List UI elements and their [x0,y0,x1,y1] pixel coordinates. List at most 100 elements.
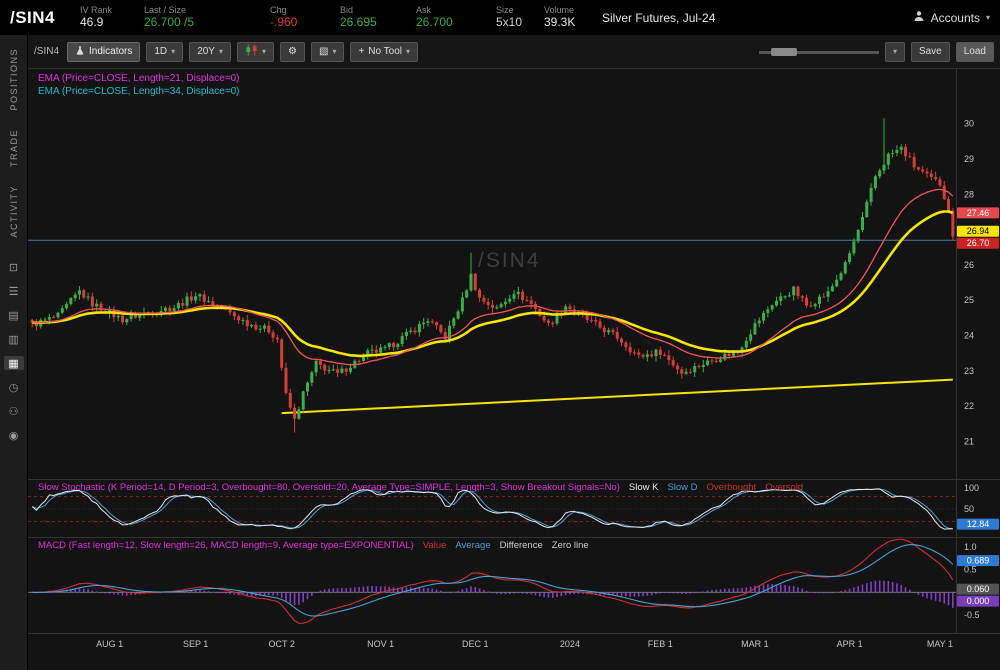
stat-bid: Bid 26.695 [340,5,402,29]
chart-type-dropdown[interactable]: ▾ [237,41,275,62]
x-axis-label: AUG 1 [96,639,124,649]
chart-area: /SIN42122232425262728293027.4626.9426.70… [28,68,1000,670]
range-dropdown[interactable]: 20Y ▾ [189,41,231,62]
sidebar-tab-trade[interactable]: TRADE [9,120,19,176]
chart-style-dropdown[interactable]: ▧ ▾ [310,41,345,62]
x-axis-label: FEB 1 [647,639,673,649]
chevron-down-icon: ▾ [985,13,990,22]
power-icon[interactable]: ◉ [4,428,24,442]
svg-text:50: 50 [964,504,974,514]
chart-toolbar: /SIN4 Indicators 1D ▾ 20Y ▾ ▾ ⚙ ▧ ▾ + No… [28,35,1000,68]
candlestick-icon [245,44,258,59]
macd-value-line [32,538,954,624]
stat-value: 46.9 [80,14,104,29]
svg-text:23: 23 [964,366,974,376]
x-axis-label: MAY 1 [926,639,954,649]
gear-icon: ⚙ [288,46,297,57]
stochastic-panel: 100 50 12.84 Slow Stochastic (K Period=14,… [28,480,1000,537]
chevron-down-icon: ▾ [262,47,267,56]
svg-text:24: 24 [964,331,974,341]
chart-gadget: /SIN4 Indicators 1D ▾ 20Y ▾ ▾ ⚙ ▧ ▾ + No… [28,35,1000,670]
x-axis-label: DEC 1 [462,639,489,649]
monitor-icon[interactable]: ⊡ [4,260,24,274]
trading-app-window: /SIN4 IV Rank 46.9 Last / Size 26.700 /5 Chg… [0,0,1000,670]
chevron-down-icon: ▾ [406,47,411,56]
watchlist-icon[interactable]: ☰ [4,284,24,298]
ledger-icon[interactable]: ▤ [4,308,24,322]
save-button[interactable]: Save [910,41,950,62]
svg-text:22: 22 [964,401,974,411]
ema21-line [32,188,954,366]
sidebar-tab-activity[interactable]: ACTIVITY [9,176,19,247]
left-sidebar: POSITIONS TRADE ACTIVITY ⊡ ☰ ▤ ▥ ▦ ◷ ⚇ ◉ [0,35,28,670]
stat-chg: Chg -.960 [270,5,326,29]
slider-options-dropdown[interactable]: ▾ [884,41,905,62]
accounts-menu[interactable]: Accounts ▾ [913,10,990,25]
drawing-tool-dropdown[interactable]: + No Tool ▾ [350,41,419,62]
quote-stats: IV Rank 46.9 Last / Size 26.700 /5 Chg -.960 B… [80,5,588,29]
svg-text:26: 26 [964,260,974,270]
x-axis-label: MAR 1 [741,639,769,649]
settings-button[interactable]: ⚙ [280,41,305,62]
svg-text:21: 21 [964,436,974,446]
price-chart-panel: /SIN42122232425262728293027.4626.9426.70… [28,69,1000,479]
tool-value: No Tool [368,46,403,57]
instrument-description: Silver Futures, Jul-24 [602,10,716,25]
stat-value: 5x10 [496,14,523,29]
price-chart-canvas[interactable]: /SIN42122232425262728293027.4626.9426.70 [28,69,999,479]
stat-size: Size 5x10 [496,5,530,29]
zoom-slider[interactable] [758,42,879,62]
svg-text:0.689: 0.689 [967,556,990,566]
svg-text:1.0: 1.0 [964,542,977,552]
clock-icon[interactable]: ◷ [4,380,24,394]
accounts-label: Accounts [930,10,980,25]
sidebar-icons: ⊡ ☰ ▤ ▥ ▦ ◷ ⚇ ◉ [3,260,24,442]
macd-canvas[interactable]: 1.0 0.5 -0.5 0.689 0.060 0.000 [28,538,999,633]
x-axis-label: SEP 1 [182,639,209,649]
watermark: /SIN4 [478,249,541,272]
zoom-slider-handle[interactable] [770,47,797,56]
svg-text:0.060: 0.060 [967,584,990,594]
chevron-down-icon: ▾ [892,47,897,56]
svg-text:27.46: 27.46 [967,208,990,218]
svg-text:25: 25 [964,295,974,305]
svg-text:30: 30 [964,119,974,129]
time-axis: AUG 1 SEP 1 OCT 2 NOV 1 DEC 1 2024 FEB 1 MAR 1 A… [28,634,1000,654]
x-axis-label: OCT 2 [268,639,295,649]
stat-ask: Ask 26.700 [416,5,482,29]
range-value: 20Y [197,46,215,57]
style-icon: ▧ [318,46,329,57]
svg-text:0.000: 0.000 [967,596,990,606]
charts-icon[interactable]: ▦ [3,356,24,371]
svg-text:29: 29 [964,154,974,164]
svg-text:100: 100 [964,483,979,493]
crosshair-icon: + [358,46,365,57]
candles [30,118,955,433]
timeframe-value: 1D [154,46,168,57]
load-label: Load [963,46,986,57]
users-icon[interactable]: ⚇ [4,404,24,418]
svg-text:26.70: 26.70 [967,238,990,248]
app-body: POSITIONS TRADE ACTIVITY ⊡ ☰ ▤ ▥ ▦ ◷ ⚇ ◉ /SIN4 Ind… [0,35,1000,670]
stat-value: 26.700 /5 [144,14,195,29]
bottom-filler [28,654,1000,670]
indicators-button[interactable]: Indicators [67,41,141,62]
save-label: Save [918,46,942,57]
stat-iv-rank: IV Rank 46.9 [80,5,130,29]
load-button[interactable]: Load [955,41,994,62]
sidebar-tab-positions[interactable]: POSITIONS [9,39,19,120]
stat-value: 39.3K [544,14,576,29]
user-icon [913,10,925,25]
macd-panel: 1.0 0.5 -0.5 0.689 0.060 0.000 MACD (Fast len… [28,538,1000,633]
svg-text:12.84: 12.84 [967,519,990,529]
timeframe-dropdown[interactable]: 1D ▾ [146,41,184,62]
stochastic-canvas[interactable]: 100 50 12.84 [28,480,999,537]
indicators-label: Indicators [89,46,133,57]
header-symbol: /SIN4 [10,7,56,27]
svg-text:26.94: 26.94 [967,226,990,236]
chevron-down-icon: ▾ [332,47,337,56]
chevron-down-icon: ▾ [218,47,223,56]
flask-icon [75,45,85,59]
stat-volume: Volume 39.3K [544,5,588,29]
columns-icon[interactable]: ▥ [4,332,24,346]
